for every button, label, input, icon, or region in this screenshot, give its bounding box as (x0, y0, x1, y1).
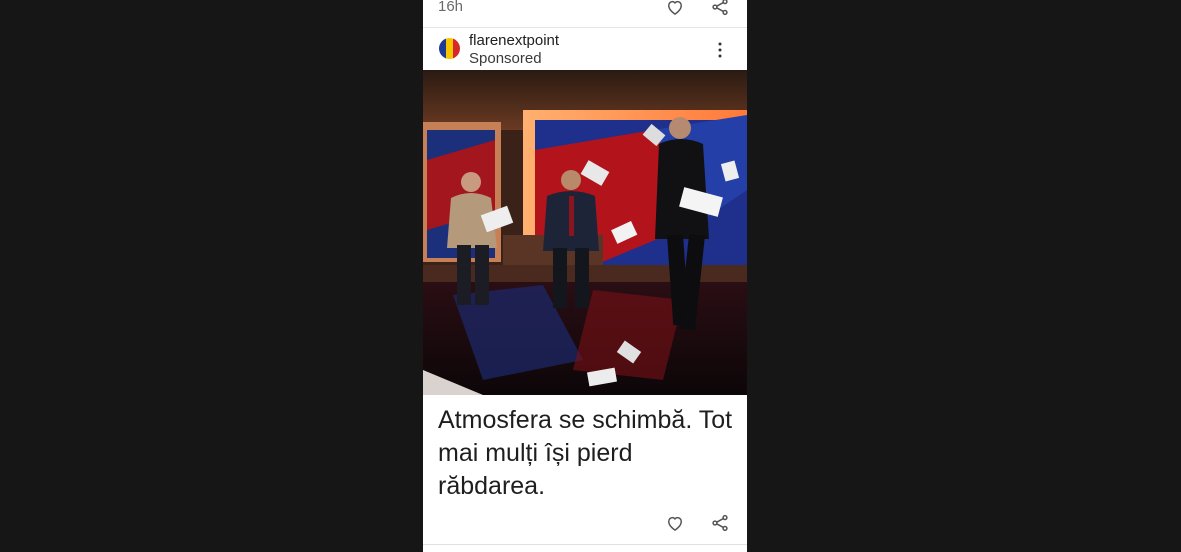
avatar-stripe-blue (439, 38, 446, 59)
sponsored-label: Sponsored (469, 50, 542, 67)
feed-column: 16h flarenextpoint Sponsored Atmosfera s… (423, 0, 747, 552)
avatar-stripe-red (453, 38, 460, 59)
post-actions (423, 510, 747, 538)
avatar[interactable] (439, 38, 460, 59)
avatar-stripe-yellow (446, 38, 453, 59)
heart-icon[interactable] (665, 0, 685, 17)
author-name[interactable]: flarenextpoint (469, 32, 559, 49)
heart-icon[interactable] (665, 513, 685, 533)
post-caption: Atmosfera se schimbă. Tot mai mulți își … (438, 406, 733, 500)
post-image[interactable] (423, 70, 747, 395)
tv-studio-scene (423, 70, 747, 395)
post-divider (423, 544, 747, 545)
share-icon[interactable] (710, 0, 730, 17)
more-vertical-icon[interactable] (712, 40, 728, 60)
share-icon[interactable] (710, 513, 730, 533)
previous-post-footer: 16h (423, 0, 747, 28)
post-time: 16h (438, 0, 464, 15)
post-header: flarenextpoint Sponsored (423, 29, 747, 70)
